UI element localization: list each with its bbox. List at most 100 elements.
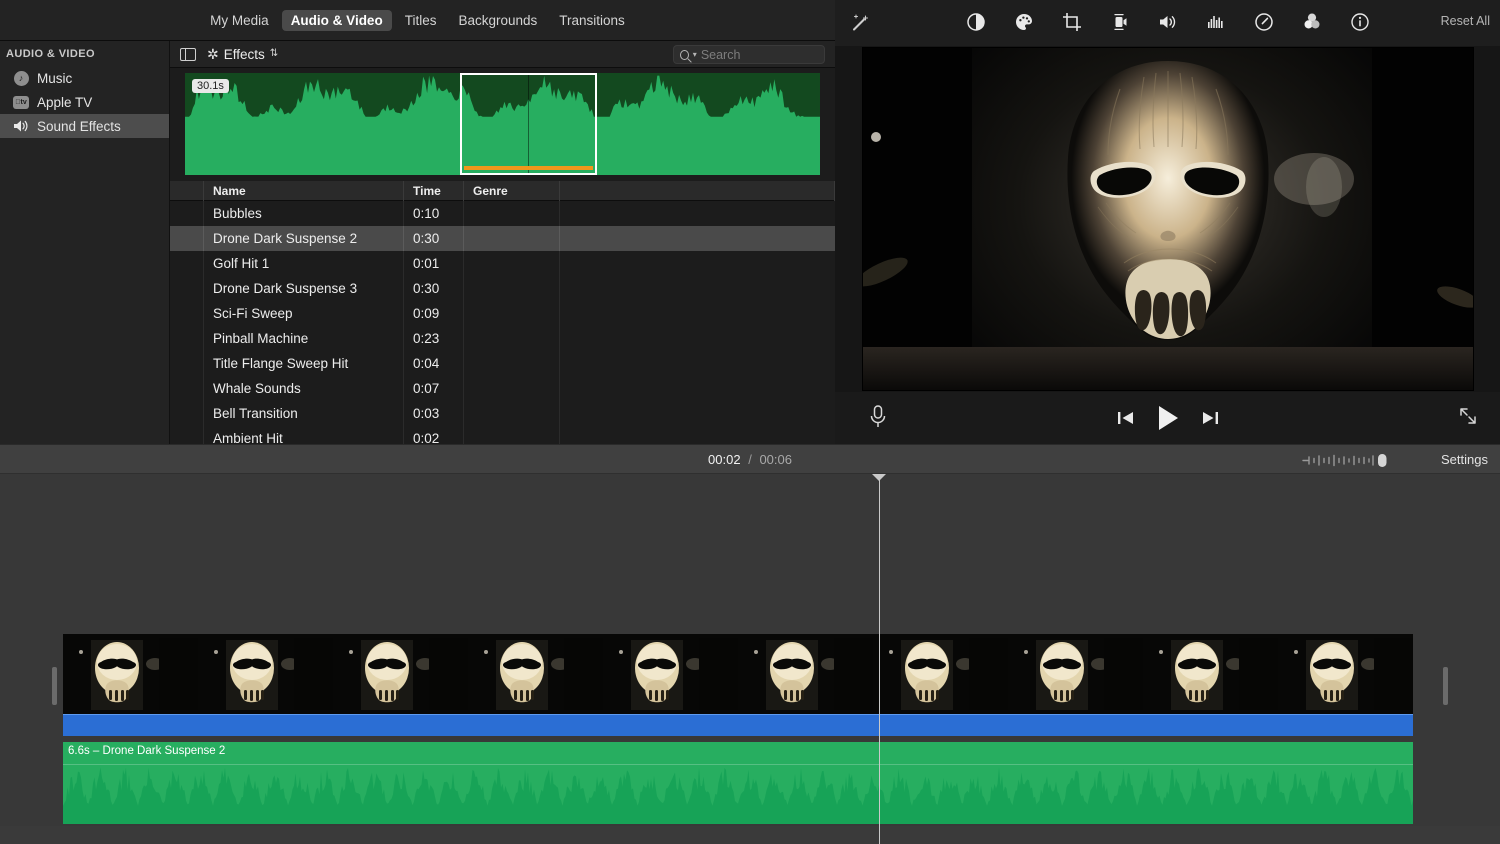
filters-icon[interactable] <box>1301 11 1323 33</box>
equalizer-icon[interactable] <box>1205 11 1227 33</box>
tab-titles[interactable]: Titles <box>396 10 446 31</box>
row-name: Drone Dark Suspense 3 <box>204 276 404 301</box>
column-header-genre[interactable]: Genre <box>464 180 560 201</box>
top-area: My Media Audio & Video Titles Background… <box>0 0 1500 444</box>
row-genre <box>464 351 560 376</box>
viewer-controls <box>835 392 1500 444</box>
tab-backgrounds[interactable]: Backgrounds <box>449 10 546 31</box>
video-clip[interactable] <box>63 634 1413 714</box>
table-row[interactable]: Drone Dark Suspense 2 0:30 <box>170 226 835 251</box>
row-gutter <box>170 401 204 426</box>
play-icon[interactable] <box>1156 405 1180 431</box>
effects-toolbar: ✲ Effects ⇅ ▾ <box>170 41 835 68</box>
zoom-slider[interactable] <box>1302 453 1402 468</box>
row-gutter <box>170 426 204 444</box>
timeline: 00:02 / 00:06 Settings 6.6s – Drone Dark… <box>0 444 1500 844</box>
info-icon[interactable] <box>1349 11 1371 33</box>
search-field[interactable]: ▾ <box>673 45 825 64</box>
media-browser: My Media Audio & Video Titles Background… <box>0 0 835 444</box>
audio-clip[interactable]: 6.6s – Drone Dark Suspense 2 <box>63 742 1413 824</box>
selection-divider <box>528 75 529 173</box>
effects-menu[interactable]: ✲ Effects ⇅ <box>207 46 278 63</box>
color-balance-icon[interactable] <box>965 11 987 33</box>
sidebar-toggle-icon[interactable] <box>180 47 196 61</box>
table-row[interactable]: Whale Sounds 0:07 <box>170 376 835 401</box>
table-row[interactable]: Pinball Machine 0:23 <box>170 326 835 351</box>
column-header-time[interactable]: Time <box>404 180 464 201</box>
row-spacer <box>560 376 835 401</box>
search-input[interactable] <box>700 47 818 62</box>
table-row[interactable]: Bell Transition 0:03 <box>170 401 835 426</box>
row-spacer <box>560 251 835 276</box>
row-time: 0:30 <box>404 276 464 301</box>
row-genre <box>464 251 560 276</box>
row-name: Drone Dark Suspense 2 <box>204 226 404 251</box>
table-row[interactable]: Sci-Fi Sweep 0:09 <box>170 301 835 326</box>
tab-transitions[interactable]: Transitions <box>550 10 634 31</box>
browser-content: ✲ Effects ⇅ ▾ Search 30.1s Name Time Gen… <box>170 41 835 444</box>
table-row[interactable]: Drone Dark Suspense 3 0:30 <box>170 276 835 301</box>
timeline-right-handle[interactable] <box>1443 667 1448 705</box>
video-thumbnail <box>873 634 1008 714</box>
viewer-stage <box>835 46 1500 392</box>
row-name: Sci-Fi Sweep <box>204 301 404 326</box>
sidebar-item-label: Music <box>37 70 73 86</box>
row-time: 0:09 <box>404 301 464 326</box>
table-row[interactable]: Golf Hit 1 0:01 <box>170 251 835 276</box>
row-spacer <box>560 401 835 426</box>
volume-icon[interactable] <box>1157 11 1179 33</box>
color-correction-icon[interactable] <box>1013 11 1035 33</box>
skip-to-end-icon[interactable] <box>1201 410 1219 426</box>
row-gutter <box>170 226 204 251</box>
table-header: Name Time Genre <box>170 180 835 201</box>
row-gutter <box>170 301 204 326</box>
sidebar-item-sound-effects[interactable]: Sound Effects <box>0 114 169 138</box>
stabilization-icon[interactable] <box>1109 11 1131 33</box>
playhead[interactable] <box>872 474 886 844</box>
crop-icon[interactable] <box>1061 11 1083 33</box>
row-name: Ambient Hit <box>204 426 404 444</box>
row-time: 0:03 <box>404 401 464 426</box>
row-name: Bell Transition <box>204 401 404 426</box>
row-genre <box>464 326 560 351</box>
duration-badge: 30.1s <box>192 79 229 93</box>
row-time: 0:01 <box>404 251 464 276</box>
browser-body: AUDIO & VIDEO ♪ Music tv Apple TV <box>0 41 835 444</box>
timeline-body[interactable]: 6.6s – Drone Dark Suspense 2 <box>0 474 1500 844</box>
column-header-name[interactable]: Name <box>204 180 404 201</box>
timeline-toolbar: 00:02 / 00:06 Settings <box>0 444 1500 474</box>
table-row[interactable]: Title Flange Sweep Hit 0:04 <box>170 351 835 376</box>
row-gutter <box>170 351 204 376</box>
row-spacer <box>560 201 835 226</box>
sidebar-header: AUDIO & VIDEO <box>6 48 95 60</box>
skip-to-start-icon[interactable] <box>1117 410 1135 426</box>
current-time: 00:02 <box>708 451 741 467</box>
column-gutter <box>170 180 204 201</box>
row-spacer <box>560 426 835 444</box>
row-spacer <box>560 226 835 251</box>
row-genre <box>464 276 560 301</box>
tab-audio-and-video[interactable]: Audio & Video <box>281 9 392 31</box>
row-gutter <box>170 201 204 226</box>
reset-all-button[interactable]: Reset All <box>1441 14 1490 28</box>
row-time: 0:23 <box>404 326 464 351</box>
expand-icon[interactable] <box>1458 406 1478 426</box>
preview-selection-box[interactable] <box>460 73 597 175</box>
speed-icon[interactable] <box>1253 11 1275 33</box>
video-thumbnail <box>468 634 603 714</box>
row-spacer <box>560 326 835 351</box>
settings-button[interactable]: Settings <box>1441 452 1488 467</box>
timeline-left-handle[interactable] <box>52 667 57 705</box>
table-row[interactable]: Ambient Hit 0:02 <box>170 426 835 444</box>
video-clip-selection-bar[interactable] <box>63 714 1413 736</box>
sidebar-item-music[interactable]: ♪ Music <box>0 66 169 90</box>
row-name: Title Flange Sweep Hit <box>204 351 404 376</box>
sidebar-item-apple-tv[interactable]: tv Apple TV <box>0 90 169 114</box>
tab-my-media[interactable]: My Media <box>201 10 278 31</box>
video-thumbnail <box>603 634 738 714</box>
imovie-window: My Media Audio & Video Titles Background… <box>0 0 1500 844</box>
viewer-toolbar: Reset All <box>835 0 1500 46</box>
audio-clip-waveform <box>63 767 1413 824</box>
table-row[interactable]: Bubbles 0:10 <box>170 201 835 226</box>
audio-preview-waveform[interactable]: 30.1s <box>185 73 820 175</box>
